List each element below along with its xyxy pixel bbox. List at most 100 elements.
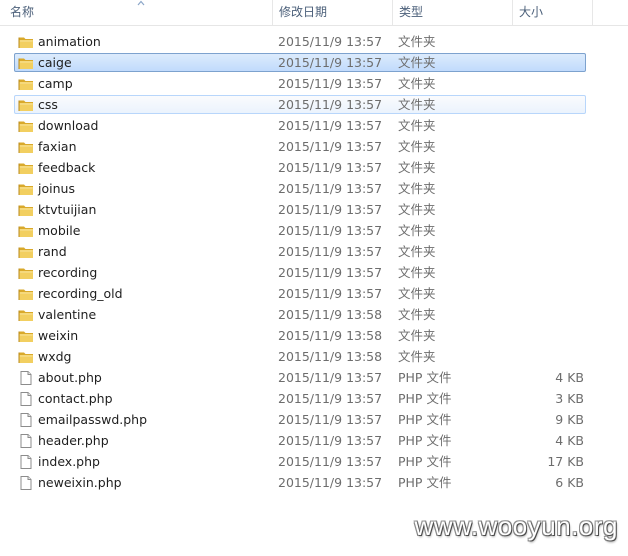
folder-icon [18, 244, 34, 260]
file-date-modified: 2015/11/9 13:57 [278, 139, 383, 154]
column-header-size-label: 大小 [519, 5, 544, 19]
file-name: neweixin.php [38, 475, 122, 490]
file-size [512, 95, 584, 114]
folder-row[interactable]: recording 2015/11/9 13:57 文件夹 [0, 263, 628, 284]
file-type: 文件夹 [398, 97, 436, 112]
file-name: contact.php [38, 391, 113, 406]
file-date-modified: 2015/11/9 13:57 [278, 286, 383, 301]
column-header-type[interactable]: 类型 [392, 0, 512, 25]
folder-row[interactable]: download 2015/11/9 13:57 文件夹 [0, 116, 628, 137]
file-type: 文件夹 [398, 244, 436, 259]
file-size: 4 KB [555, 370, 584, 385]
file-row[interactable]: about.php 2015/11/9 13:57 PHP 文件 4 KB [0, 368, 628, 389]
file-type: 文件夹 [398, 307, 436, 322]
file-size [512, 53, 584, 72]
file-name: ktvtuijian [38, 202, 97, 217]
file-size [512, 200, 584, 219]
file-icon [18, 370, 34, 386]
file-size: 9 KB [555, 412, 584, 427]
folder-row[interactable]: feedback 2015/11/9 13:57 文件夹 [0, 158, 628, 179]
folder-row[interactable]: mobile 2015/11/9 13:57 文件夹 [0, 221, 628, 242]
file-explorer-window: 名称 修改日期 类型 大小 animation 2015/11/9 13:57 文件… [0, 0, 628, 556]
folder-row[interactable]: wxdg 2015/11/9 13:58 文件夹 [0, 347, 628, 368]
folder-icon [18, 265, 34, 281]
file-name: wxdg [38, 349, 72, 364]
folder-row[interactable]: faxian 2015/11/9 13:57 文件夹 [0, 137, 628, 158]
folder-icon [18, 160, 34, 176]
file-date-modified: 2015/11/9 13:58 [278, 328, 383, 343]
folder-row[interactable]: rand 2015/11/9 13:57 文件夹 [0, 242, 628, 263]
file-date-modified: 2015/11/9 13:57 [278, 181, 383, 196]
folder-row[interactable]: valentine 2015/11/9 13:58 文件夹 [0, 305, 628, 326]
folder-row[interactable]: joinus 2015/11/9 13:57 文件夹 [0, 179, 628, 200]
file-name: joinus [38, 181, 75, 196]
file-name: emailpasswd.php [38, 412, 148, 427]
file-date-modified: 2015/11/9 13:57 [278, 370, 383, 385]
file-icon [18, 454, 34, 470]
column-header-size[interactable]: 大小 [512, 0, 592, 25]
file-name: about.php [38, 370, 102, 385]
folder-row[interactable]: camp 2015/11/9 13:57 文件夹 [0, 74, 628, 95]
file-name: feedback [38, 160, 96, 175]
file-type: 文件夹 [398, 349, 436, 364]
file-date-modified: 2015/11/9 13:57 [278, 454, 383, 469]
folder-row[interactable]: weixin 2015/11/9 13:58 文件夹 [0, 326, 628, 347]
file-size: 4 KB [555, 433, 584, 448]
folder-icon [18, 34, 34, 50]
folder-row[interactable]: caige 2015/11/9 13:57 文件夹 [0, 53, 628, 74]
file-type: 文件夹 [398, 265, 436, 280]
file-date-modified: 2015/11/9 13:57 [278, 34, 383, 49]
file-date-modified: 2015/11/9 13:57 [278, 202, 383, 217]
file-name: recording_old [38, 286, 123, 301]
file-row[interactable]: contact.php 2015/11/9 13:57 PHP 文件 3 KB [0, 389, 628, 410]
file-date-modified: 2015/11/9 13:57 [278, 160, 383, 175]
folder-row[interactable]: ktvtuijian 2015/11/9 13:57 文件夹 [0, 200, 628, 221]
file-size [512, 326, 584, 345]
file-type: 文件夹 [398, 286, 436, 301]
folder-icon [18, 223, 34, 239]
folder-row[interactable]: css 2015/11/9 13:57 文件夹 [0, 95, 628, 116]
file-date-modified: 2015/11/9 13:57 [278, 55, 383, 70]
file-row[interactable]: emailpasswd.php 2015/11/9 13:57 PHP 文件 9 KB [0, 410, 628, 431]
file-date-modified: 2015/11/9 13:57 [278, 223, 383, 238]
file-date-modified: 2015/11/9 13:57 [278, 475, 383, 490]
file-type: PHP 文件 [398, 475, 452, 490]
folder-icon [18, 139, 34, 155]
file-name: weixin [38, 328, 79, 343]
column-header-name[interactable]: 名称 [0, 0, 272, 25]
file-type: 文件夹 [398, 328, 436, 343]
file-size [512, 263, 584, 282]
folder-icon [18, 328, 34, 344]
sort-ascending-icon [137, 0, 145, 6]
file-size [512, 137, 584, 156]
file-name: css [38, 97, 58, 112]
file-type: 文件夹 [398, 202, 436, 217]
folder-icon [18, 286, 34, 302]
file-row[interactable]: header.php 2015/11/9 13:57 PHP 文件 4 KB [0, 431, 628, 452]
file-size: 17 KB [547, 454, 584, 469]
file-row[interactable]: index.php 2015/11/9 13:57 PHP 文件 17 KB [0, 452, 628, 473]
column-header-date-modified[interactable]: 修改日期 [272, 0, 392, 25]
file-icon [18, 475, 34, 491]
file-type: 文件夹 [398, 76, 436, 91]
folder-row[interactable]: animation 2015/11/9 13:57 文件夹 [0, 32, 628, 53]
file-name: faxian [38, 139, 77, 154]
file-name: camp [38, 76, 73, 91]
file-date-modified: 2015/11/9 13:57 [278, 118, 383, 133]
folder-icon [18, 118, 34, 134]
file-size [512, 284, 584, 303]
file-size [512, 116, 584, 135]
column-header-date-label: 修改日期 [279, 5, 328, 19]
file-type: 文件夹 [398, 34, 436, 49]
file-date-modified: 2015/11/9 13:57 [278, 97, 383, 112]
file-type: 文件夹 [398, 118, 436, 133]
file-date-modified: 2015/11/9 13:57 [278, 76, 383, 91]
file-size [512, 347, 584, 366]
file-type: PHP 文件 [398, 370, 452, 385]
file-size [512, 221, 584, 240]
file-row[interactable]: neweixin.php 2015/11/9 13:57 PHP 文件 6 KB [0, 473, 628, 494]
folder-icon [18, 349, 34, 365]
folder-row[interactable]: recording_old 2015/11/9 13:57 文件夹 [0, 284, 628, 305]
file-date-modified: 2015/11/9 13:58 [278, 349, 383, 364]
file-size [512, 32, 584, 51]
